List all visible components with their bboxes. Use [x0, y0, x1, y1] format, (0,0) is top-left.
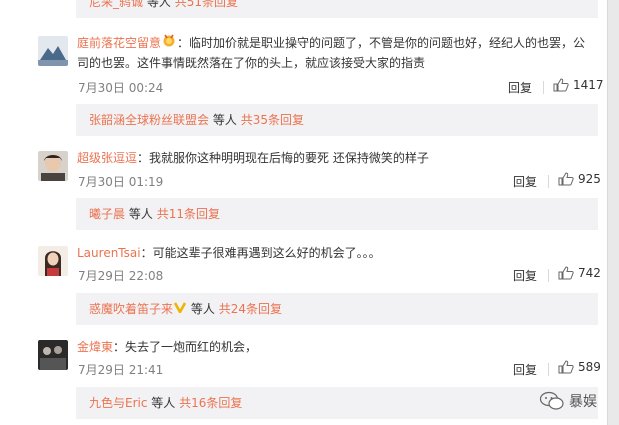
- comment-content: ：失去了一炮而红的机会，: [113, 340, 258, 354]
- like-button[interactable]: 925: [558, 172, 601, 186]
- comment-time: 7月29日 22:08: [78, 269, 164, 283]
- sub-reply-count[interactable]: 共24条回复: [219, 302, 282, 316]
- vip-v-icon: [173, 302, 187, 316]
- avatar-image: [38, 36, 68, 66]
- sub-reply-count[interactable]: 共35条回复: [241, 113, 304, 127]
- like-count: 589: [578, 360, 601, 374]
- sub-reply-count[interactable]: 共16条回复: [179, 396, 242, 410]
- comment-text: 超级张逗逗：我就服你这种明明现在后悔的要死 还保持微笑的样子: [77, 148, 597, 168]
- comment-time: 7月30日 00:24: [78, 81, 164, 95]
- sub-reply-box[interactable]: 尼采_鸫诚 等人 共51条回复: [76, 0, 598, 18]
- watermark: 暴娱: [539, 391, 597, 411]
- comment-content: ：可能这辈子很难再遇到这么好的机会了。。。: [140, 246, 381, 260]
- comment-user[interactable]: 庭前落花空留意: [77, 36, 161, 50]
- sub-reply-box[interactable]: 惑魔吹着笛子来 等人 共24条回复: [76, 293, 598, 325]
- divider: [548, 269, 549, 282]
- reply-button[interactable]: 回复: [513, 361, 537, 378]
- comment-content: ：临时加价就是职业操守的问题了，不管是你的问题也好，经纪人的也罢，公: [177, 36, 586, 50]
- comment-text: 金煒東：失去了一炮而红的机会，: [77, 337, 597, 357]
- sub-reply-mid: 等人: [146, 0, 171, 9]
- comment-time: 7月29日 21:41: [78, 363, 164, 377]
- comment-text: LaurenTsai：可能这辈子很难再遇到这么好的机会了。。。: [77, 243, 597, 263]
- like-button[interactable]: 1417: [553, 78, 604, 92]
- sub-reply-user[interactable]: 惑魔吹着笛子来: [89, 302, 173, 316]
- sub-reply-mid: 等人: [128, 207, 153, 221]
- comment-time: 7月30日 01:19: [78, 175, 164, 189]
- avatar[interactable]: [38, 246, 68, 276]
- reply-button[interactable]: 回复: [513, 267, 537, 284]
- gold-medal-icon: [161, 34, 177, 50]
- divider: [543, 81, 544, 94]
- thumb-up-icon: [558, 266, 574, 280]
- sub-reply-box[interactable]: 九色与Eric 等人 共16条回复: [76, 387, 598, 419]
- sub-reply-user[interactable]: 张韶涵全球粉丝联盟会: [89, 113, 209, 127]
- avatar[interactable]: [38, 151, 68, 181]
- sub-reply-box[interactable]: 张韶涵全球粉丝联盟会 等人 共35条回复: [76, 104, 598, 136]
- sub-reply-mid: 等人: [190, 302, 215, 316]
- thumb-up-icon: [553, 78, 569, 92]
- divider: [548, 363, 549, 376]
- like-count: 742: [578, 266, 601, 280]
- avatar-image: [38, 151, 68, 181]
- comment-text: 庭前落花空留意 ：临时加价就是职业操守的问题了，不管是你的问题也好，经纪人的也罢，…: [77, 33, 597, 73]
- sub-reply-count[interactable]: 共11条回复: [157, 207, 220, 221]
- like-button[interactable]: 589: [558, 360, 601, 374]
- comment-user[interactable]: 金煒東: [77, 340, 113, 354]
- sub-reply-user[interactable]: 曦子晨: [89, 207, 125, 221]
- sub-reply-box[interactable]: 曦子晨 等人 共11条回复: [76, 198, 598, 230]
- like-count: 1417: [573, 78, 604, 92]
- avatar-image: [38, 340, 68, 370]
- watermark-text: 暴娱: [569, 394, 597, 410]
- sub-reply-count[interactable]: 共51条回复: [175, 0, 238, 9]
- sub-reply-mid: 等人: [151, 396, 176, 410]
- sub-reply-user[interactable]: 九色与Eric: [89, 396, 147, 410]
- comment-user[interactable]: 超级张逗逗: [77, 151, 137, 165]
- avatar[interactable]: [38, 36, 68, 66]
- like-count: 925: [578, 172, 601, 186]
- avatar[interactable]: [38, 340, 68, 370]
- sub-reply-mid: 等人: [212, 113, 237, 127]
- comment-content-2: 司的也罢。这件事情既然落在了你的头上，就应该接受大家的指责: [77, 56, 426, 70]
- scrollbar-track[interactable]: [607, 0, 619, 425]
- thumb-up-icon: [558, 172, 574, 186]
- reply-button[interactable]: 回复: [513, 173, 537, 190]
- divider: [548, 175, 549, 188]
- avatar-image: [38, 246, 68, 276]
- thumb-up-icon: [558, 360, 574, 374]
- sub-reply-user[interactable]: 尼采_鸫诚: [89, 0, 143, 9]
- comment-user[interactable]: LaurenTsai: [77, 246, 141, 260]
- reply-button[interactable]: 回复: [508, 79, 532, 96]
- comment-content: ：我就服你这种明明现在后悔的要死 还保持微笑的样子: [137, 151, 429, 165]
- like-button[interactable]: 742: [558, 266, 601, 280]
- wechat-icon: [539, 391, 564, 410]
